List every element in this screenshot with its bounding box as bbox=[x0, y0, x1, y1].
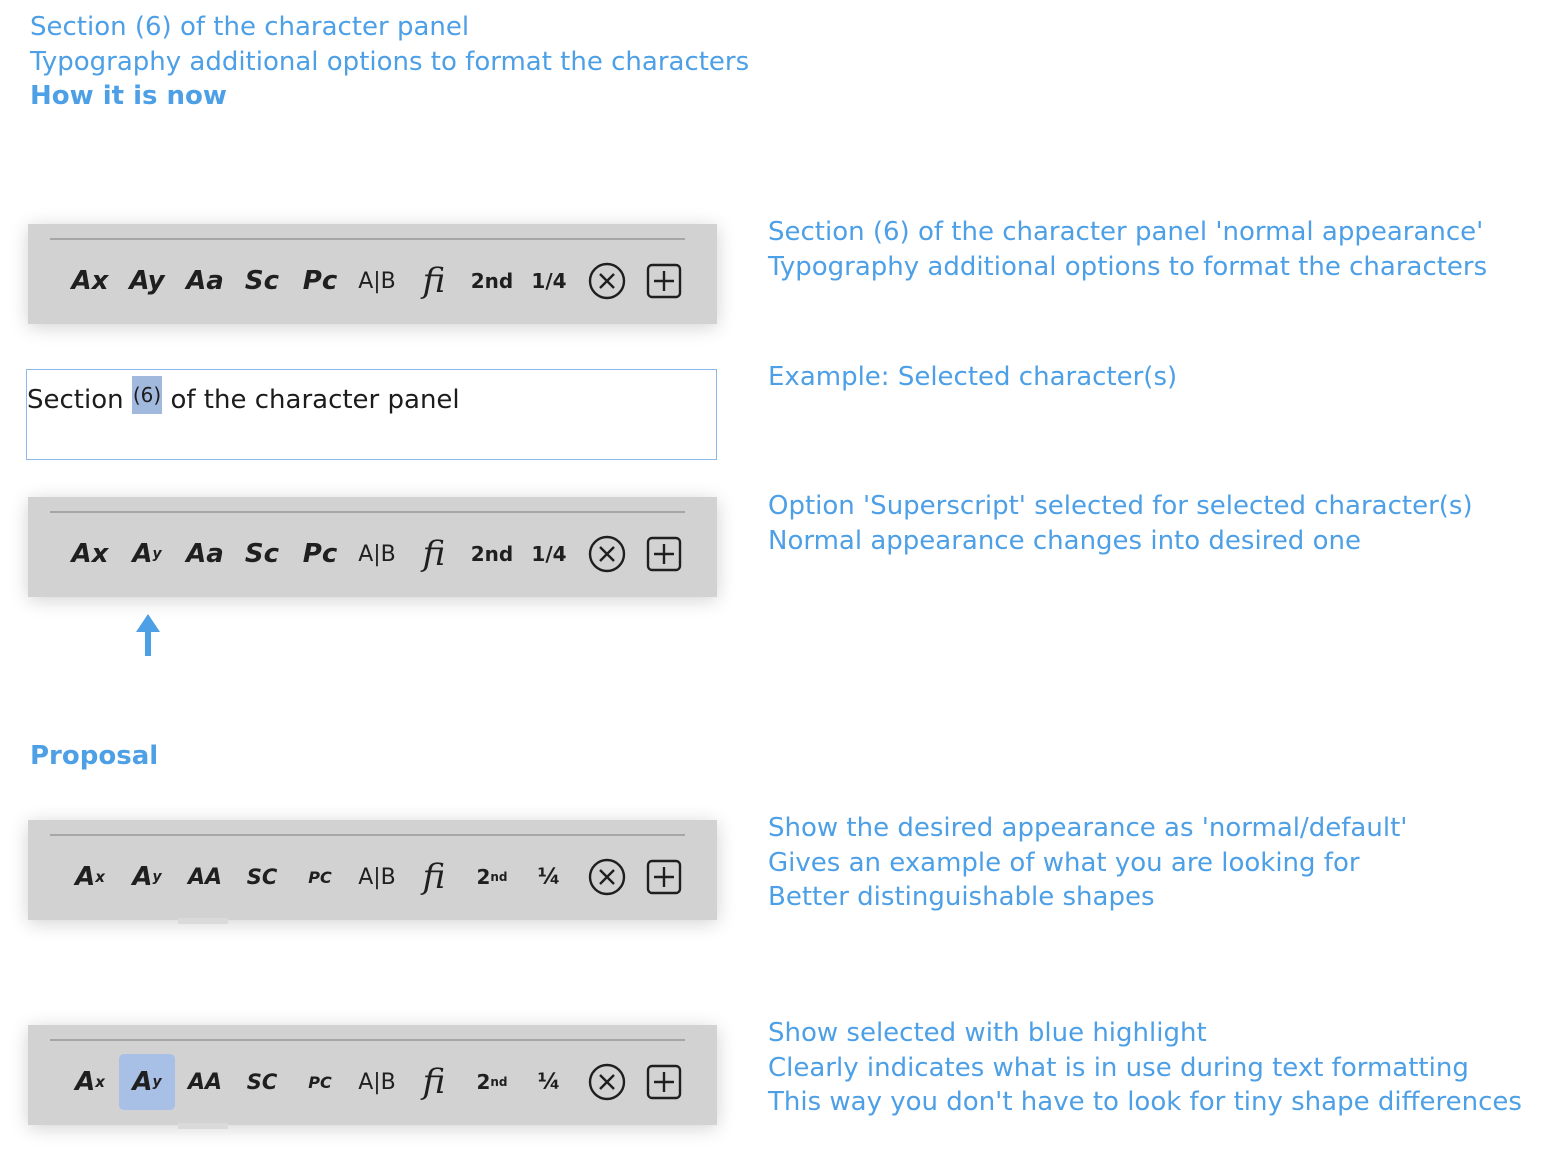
character-panel-superscript-selected: Ax Ay Aa Sc Pc A|B fi 2nd 1/4 bbox=[28, 497, 717, 597]
all-caps-button[interactable]: AA bbox=[177, 849, 233, 905]
all-caps-button[interactable]: Aa bbox=[177, 253, 233, 309]
note-example-line-1: Example: Selected character(s) bbox=[768, 362, 1178, 392]
note-proposal-selected-line-1: Show selected with blue highlight bbox=[768, 1018, 1207, 1048]
ligatures-button[interactable]: fi bbox=[406, 253, 462, 309]
square-plus-icon bbox=[646, 1064, 682, 1100]
header-notes: Section (6) of the character panel Typog… bbox=[30, 10, 749, 114]
example-text-after: of the character panel bbox=[162, 385, 460, 415]
proposal-heading: Proposal bbox=[30, 741, 159, 771]
note-superscript-line-1: Option 'Superscript' selected for select… bbox=[768, 491, 1473, 521]
circle-x-icon bbox=[588, 535, 626, 573]
clear-button[interactable] bbox=[579, 1054, 635, 1110]
note-superscript: Option 'Superscript' selected for select… bbox=[768, 489, 1473, 558]
note-proposal-default-line-2: Gives an example of what you are looking… bbox=[768, 847, 1360, 878]
petite-caps-button[interactable]: Pc bbox=[292, 526, 348, 582]
ligatures-button[interactable]: fi bbox=[406, 1054, 462, 1110]
superscript-button[interactable]: Ay bbox=[119, 253, 175, 309]
note-proposal-default: Show the desired appearance as 'normal/d… bbox=[768, 811, 1407, 915]
clear-button[interactable] bbox=[579, 849, 635, 905]
note-normal-line-2: Typography additional options to format … bbox=[768, 251, 1488, 282]
fractions-button[interactable]: ¼ bbox=[521, 1054, 577, 1110]
circle-x-icon bbox=[588, 262, 626, 300]
add-button[interactable] bbox=[636, 253, 692, 309]
note-proposal-selected-line-2: Clearly indicates what is in use during … bbox=[768, 1052, 1469, 1083]
add-button[interactable] bbox=[636, 526, 692, 582]
square-plus-icon bbox=[646, 859, 682, 895]
square-plus-icon bbox=[646, 536, 682, 572]
example-text-line: Section (6) of the character panel bbox=[27, 376, 460, 415]
small-caps-button[interactable]: SC bbox=[234, 1054, 290, 1110]
fractions-button[interactable]: 1/4 bbox=[521, 253, 577, 309]
contextual-alternates-button[interactable]: A|B bbox=[349, 253, 405, 309]
superscript-button-selected[interactable]: Ay bbox=[119, 1054, 175, 1110]
contextual-alternates-button[interactable]: A|B bbox=[349, 526, 405, 582]
subscript-button[interactable]: Ax bbox=[62, 1054, 118, 1110]
example-text-box[interactable]: Section (6) of the character panel bbox=[26, 369, 717, 460]
note-proposal-default-line-1: Show the desired appearance as 'normal/d… bbox=[768, 813, 1408, 843]
superscript-button[interactable]: Ay bbox=[119, 526, 175, 582]
all-caps-button[interactable]: AA bbox=[177, 1054, 233, 1110]
superscript-button[interactable]: Ay bbox=[119, 849, 175, 905]
ordinals-button[interactable]: 2nd bbox=[464, 1054, 520, 1110]
character-panel-proposal-default: Ax Ay AA SC PC A|B fi 2nd ¼ bbox=[28, 820, 717, 924]
header-line-2: Typography additional options to format … bbox=[30, 46, 750, 77]
petite-caps-button[interactable]: PC bbox=[292, 1054, 348, 1110]
ligatures-button[interactable]: fi bbox=[406, 526, 462, 582]
panel-tab bbox=[178, 1123, 228, 1129]
contextual-alternates-button[interactable]: A|B bbox=[349, 1054, 405, 1110]
note-proposal-selected-line-3: This way you don't have to look for tiny… bbox=[768, 1087, 1522, 1117]
panel-divider bbox=[50, 511, 685, 513]
note-normal: Section (6) of the character panel 'norm… bbox=[768, 215, 1487, 284]
circle-x-icon bbox=[588, 858, 626, 896]
panel-divider bbox=[50, 1039, 685, 1041]
small-caps-button[interactable]: Sc bbox=[234, 526, 290, 582]
panel-tab bbox=[178, 918, 228, 924]
clear-button[interactable] bbox=[579, 526, 635, 582]
panel-divider bbox=[50, 238, 685, 240]
small-caps-button[interactable]: SC bbox=[234, 849, 290, 905]
ordinals-button[interactable]: 2nd bbox=[464, 526, 520, 582]
note-proposal-default-line-3: Better distinguishable shapes bbox=[768, 882, 1155, 912]
all-caps-button[interactable]: Aa bbox=[177, 526, 233, 582]
petite-caps-button[interactable]: PC bbox=[292, 849, 348, 905]
subscript-button[interactable]: Ax bbox=[62, 849, 118, 905]
character-panel-current: Ax Ay Aa Sc Pc A|B fi 2nd 1/4 bbox=[28, 224, 717, 324]
small-caps-button[interactable]: Sc bbox=[234, 253, 290, 309]
add-button[interactable] bbox=[636, 1054, 692, 1110]
header-line-1: Section (6) of the character panel bbox=[30, 12, 470, 42]
selected-characters: (6) bbox=[131, 376, 163, 414]
subscript-button[interactable]: Ax bbox=[62, 253, 118, 309]
petite-caps-button[interactable]: Pc bbox=[292, 253, 348, 309]
now-heading: How it is now bbox=[30, 81, 227, 111]
example-text-before: Section bbox=[27, 385, 132, 415]
add-button[interactable] bbox=[636, 849, 692, 905]
contextual-alternates-button[interactable]: A|B bbox=[349, 849, 405, 905]
note-example: Example: Selected character(s) bbox=[768, 360, 1177, 395]
arrow-up-icon bbox=[136, 614, 160, 656]
square-plus-icon bbox=[646, 263, 682, 299]
clear-button[interactable] bbox=[579, 253, 635, 309]
panel-divider bbox=[50, 834, 685, 836]
ligatures-button[interactable]: fi bbox=[406, 849, 462, 905]
fractions-button[interactable]: 1/4 bbox=[521, 526, 577, 582]
fractions-button[interactable]: ¼ bbox=[521, 849, 577, 905]
note-normal-line-1: Section (6) of the character panel 'norm… bbox=[768, 217, 1484, 247]
ordinals-button[interactable]: 2nd bbox=[464, 253, 520, 309]
circle-x-icon bbox=[588, 1063, 626, 1101]
subscript-button[interactable]: Ax bbox=[62, 526, 118, 582]
note-proposal-selected: Show selected with blue highlight Clearl… bbox=[768, 1016, 1522, 1120]
ordinals-button[interactable]: 2nd bbox=[464, 849, 520, 905]
character-panel-proposal-selected: Ax Ay AA SC PC A|B fi 2nd ¼ bbox=[28, 1025, 717, 1129]
note-superscript-line-2: Normal appearance changes into desired o… bbox=[768, 525, 1361, 556]
